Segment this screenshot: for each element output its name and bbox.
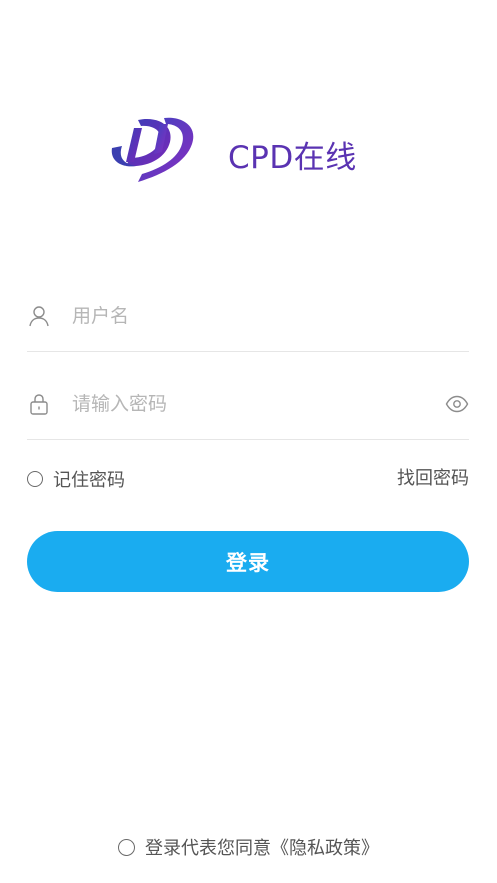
privacy-agreement: 登录代表您同意《隐私政策》 — [0, 834, 497, 860]
username-field-row — [27, 291, 469, 352]
agreement-text: 登录代表您同意《隐私政策》 — [145, 834, 379, 860]
agreement-prefix: 登录代表您同意 — [145, 838, 271, 859]
login-button[interactable]: 登录 — [27, 531, 469, 592]
remember-radio-icon[interactable] — [27, 471, 43, 487]
password-field-row — [27, 379, 469, 440]
username-input[interactable] — [72, 299, 412, 333]
remember-password-label: 记住密码 — [53, 470, 125, 491]
eye-icon[interactable] — [445, 393, 469, 415]
remember-password-checkbox[interactable]: 记住密码 — [27, 466, 125, 492]
brand-name: CPD在线 — [228, 140, 357, 176]
user-icon — [29, 306, 49, 327]
agreement-radio-icon[interactable] — [118, 838, 135, 856]
brand-logo-icon — [111, 117, 194, 182]
forgot-password-link[interactable]: 找回密码 — [397, 466, 469, 492]
lock-icon — [30, 394, 48, 415]
brand-header: CPD在线 — [0, 112, 497, 188]
password-input[interactable] — [72, 387, 412, 421]
login-page: CPD在线 记住密码 找回密码 登录 登录代表您同意《隐私政策》 — [0, 0, 497, 883]
privacy-policy-link[interactable]: 《隐私政策》 — [271, 838, 379, 859]
